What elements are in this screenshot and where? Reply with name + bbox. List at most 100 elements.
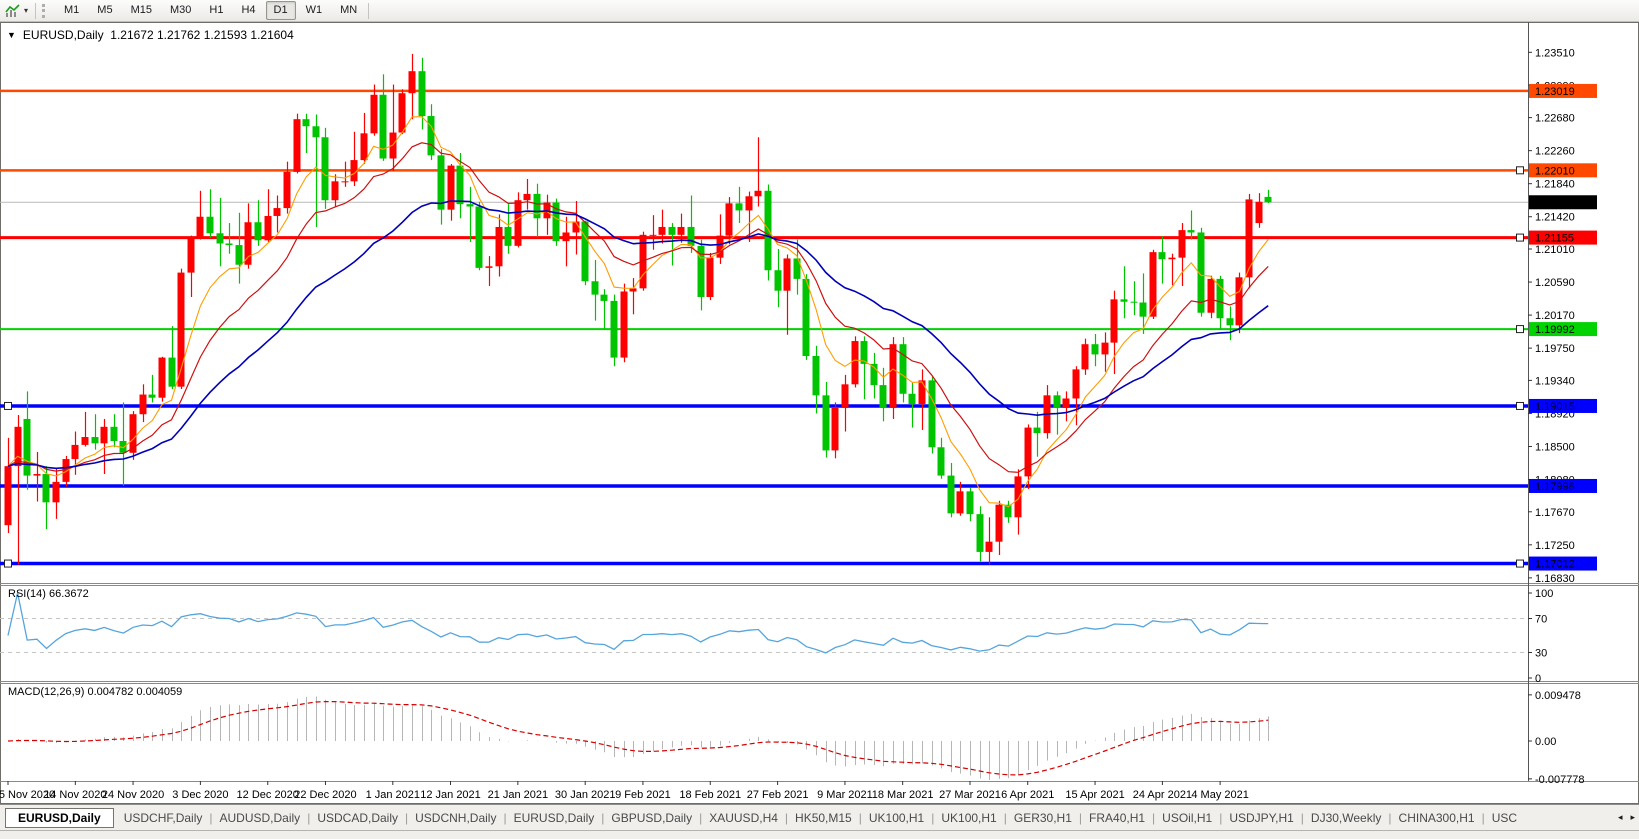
tab-separator: |	[209, 811, 212, 825]
price-axis-label: 1.22260	[1535, 146, 1575, 158]
tab-separator: |	[785, 811, 788, 825]
line-drag-handle[interactable]	[1517, 234, 1524, 241]
line-drag-handle[interactable]	[1517, 560, 1524, 567]
date-axis-label: 15 Apr 2021	[1065, 789, 1124, 801]
date-axis-label: 27 Feb 2021	[747, 789, 809, 801]
date-axis-label: 27 Mar 2021	[939, 789, 1001, 801]
chart-tabs-bar: EURUSD,DailyUSDCHF,Daily|AUDUSD,Daily|US…	[0, 804, 1639, 839]
price-tag-text: 1.19992	[1535, 324, 1575, 336]
chart-title: ▼ EURUSD,Daily 1.21672 1.21762 1.21593 1…	[7, 28, 294, 42]
tab-xauusd-h4[interactable]: XAUUSD,H4	[703, 808, 784, 828]
tab-separator: |	[931, 811, 934, 825]
date-axis-label: 3 Dec 2020	[172, 789, 228, 801]
price-axis-label: 1.23510	[1535, 47, 1575, 59]
price-tag-text: 1.21155	[1535, 233, 1574, 245]
tab-separator: |	[1079, 811, 1082, 825]
timeframe-button-m15[interactable]: M15	[123, 1, 160, 19]
tabs-scroll-right-icon[interactable]: ▸	[1630, 812, 1635, 823]
tab-usoil-h1[interactable]: USOil,H1	[1156, 808, 1218, 828]
macd-axis-label: 0.00	[1535, 736, 1556, 748]
tab-separator: |	[1219, 811, 1222, 825]
toolbar-grip[interactable]	[42, 4, 49, 18]
price-tag-text: 1.17998	[1535, 481, 1575, 493]
rsi-axis-label: 100	[1535, 588, 1553, 600]
timeframe-button-m1[interactable]: M1	[56, 1, 87, 19]
line-drag-handle[interactable]	[5, 402, 12, 409]
date-axis-label: 14 Nov 2020	[44, 789, 106, 801]
rsi-axis-label: 70	[1535, 614, 1547, 626]
chart-tool-icon[interactable]: ▾	[0, 2, 33, 20]
tab-usdcad-daily[interactable]: USDCAD,Daily	[311, 808, 404, 828]
tab-dj30-weekly[interactable]: DJ30,Weekly	[1305, 808, 1387, 828]
ma-7-line	[8, 117, 1268, 507]
rsi-axis-label: 0	[1535, 673, 1541, 685]
timeframe-button-d1[interactable]: D1	[266, 1, 296, 19]
price-axis-label: 1.21840	[1535, 179, 1575, 191]
candlestick-series	[5, 54, 1272, 565]
price-axis-label: 1.20590	[1535, 277, 1575, 289]
tab-separator: |	[859, 811, 862, 825]
line-drag-handle[interactable]	[1517, 402, 1524, 409]
line-drag-handle[interactable]	[1517, 326, 1524, 333]
date-axis-label: 22 Dec 2020	[294, 789, 356, 801]
price-axis-label: 1.17670	[1535, 507, 1575, 519]
tab-audusd-daily[interactable]: AUDUSD,Daily	[214, 808, 307, 828]
tab-usdchf-daily[interactable]: USDCHF,Daily	[118, 808, 209, 828]
macd-axis-label: -0.007778	[1535, 774, 1585, 786]
ma-30-line	[8, 201, 1268, 468]
tab-gbpusd-daily[interactable]: GBPUSD,Daily	[605, 808, 698, 828]
tab-china300-h1[interactable]: CHINA300,H1	[1393, 808, 1481, 828]
price-axis-label: 1.16830	[1535, 573, 1575, 585]
price-axis-label: 1.18500	[1535, 441, 1575, 453]
tab-uk100-h1[interactable]: UK100,H1	[935, 808, 1002, 828]
tab-separator: |	[1388, 811, 1391, 825]
tab-usdcnh-daily[interactable]: USDCNH,Daily	[409, 808, 502, 828]
timeframe-button-mn[interactable]: MN	[332, 1, 365, 19]
tabs-scroll-left-icon[interactable]: ◂	[1618, 812, 1623, 823]
tab-eurusd-daily[interactable]: EURUSD,Daily	[508, 808, 601, 828]
timeframe-button-m5[interactable]: M5	[89, 1, 120, 19]
line-drag-handle[interactable]	[1517, 167, 1524, 174]
tabs-scroll-buttons: ◂▸	[1612, 805, 1635, 830]
timeframe-button-m30[interactable]: M30	[162, 1, 199, 19]
tab-uk100-h1[interactable]: UK100,H1	[863, 808, 930, 828]
tab-fra40-h1[interactable]: FRA40,H1	[1083, 808, 1151, 828]
tab-separator: |	[601, 811, 604, 825]
date-axis-label: 30 Jan 2021	[555, 789, 616, 801]
price-axis-label: 1.21420	[1535, 212, 1575, 224]
price-axis-label: 1.20170	[1535, 310, 1575, 322]
tab-hk50-m15[interactable]: HK50,M15	[789, 808, 858, 828]
tab-separator: |	[1152, 811, 1155, 825]
symbol-dropdown-icon[interactable]: ▼	[7, 30, 16, 40]
timeframe-buttons: M1M5M15M30H1H4D1W1MN	[55, 1, 366, 19]
rsi-line	[8, 593, 1268, 653]
price-chart: 1.235101.230901.226801.222601.218401.214…	[0, 22, 1639, 804]
top-toolbar: ▾ M1M5M15M30H1H4D1W1MN	[0, 0, 1639, 22]
tab-ger30-h1[interactable]: GER30,H1	[1008, 808, 1078, 828]
tab-usc[interactable]: USC	[1486, 808, 1523, 828]
date-axis-label: 24 Apr 2021	[1133, 789, 1192, 801]
timeframe-button-h4[interactable]: H4	[233, 1, 263, 19]
timeframe-button-w1[interactable]: W1	[298, 1, 331, 19]
date-axis: 5 Nov 202014 Nov 202024 Nov 20203 Dec 20…	[0, 781, 1249, 801]
date-axis-label: 1 Jan 2021	[366, 789, 420, 801]
tab-eurusd-daily[interactable]: EURUSD,Daily	[5, 808, 114, 828]
tab-separator: |	[503, 811, 506, 825]
tab-separator: |	[1301, 811, 1304, 825]
tab-usdjpy-h1[interactable]: USDJPY,H1	[1223, 808, 1299, 828]
toolbar-separator	[35, 3, 36, 19]
price-tag-text: 1.23019	[1535, 86, 1575, 98]
rsi-label: RSI(14) 66.3672	[8, 588, 89, 600]
date-axis-label: 18 Mar 2021	[872, 789, 934, 801]
macd-axis-label: 0.009478	[1535, 690, 1581, 702]
chevron-down-icon: ▾	[24, 7, 28, 15]
line-drag-handle[interactable]	[5, 560, 12, 567]
toolbar-separator	[368, 3, 369, 19]
price-tag-text: 1.19015	[1535, 401, 1575, 413]
price-axis-label: 1.19340	[1535, 375, 1575, 387]
price-tag-text: 1.22010	[1535, 165, 1575, 177]
price-axis-label: 1.21010	[1535, 244, 1575, 256]
date-axis-label: 12 Jan 2021	[420, 789, 481, 801]
timeframe-button-h1[interactable]: H1	[201, 1, 231, 19]
date-axis-label: 21 Jan 2021	[488, 789, 549, 801]
